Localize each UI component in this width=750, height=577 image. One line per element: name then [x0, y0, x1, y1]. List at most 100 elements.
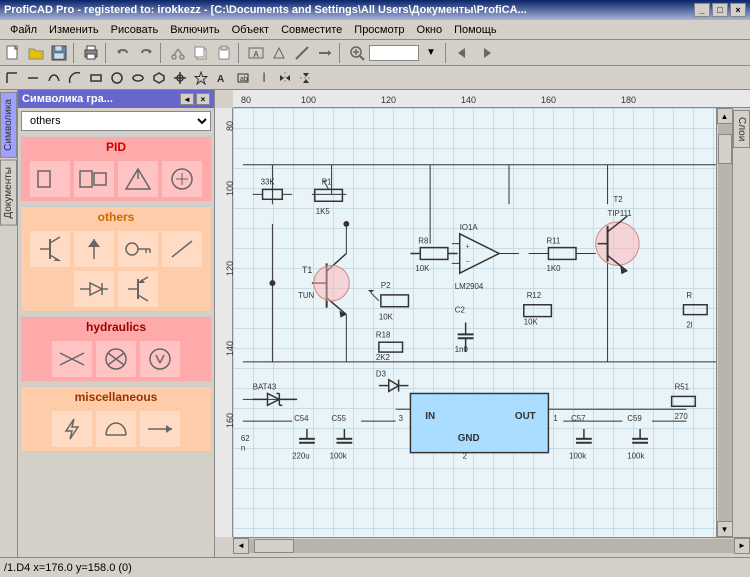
scroll-track-v[interactable]: [718, 124, 732, 521]
insert-symbol-4[interactable]: [314, 42, 336, 64]
symbol-hydraulics-1[interactable]: [52, 341, 92, 377]
scroll-right-button[interactable]: ►: [734, 538, 750, 554]
category-dropdown[interactable]: others PID hydraulics miscellaneous: [21, 111, 211, 131]
symbol-misc-dome[interactable]: [96, 411, 136, 447]
svg-text:GND: GND: [458, 433, 480, 444]
open-button[interactable]: [25, 42, 47, 64]
ruler-left: 80 100 120 140 160: [215, 108, 233, 537]
tool-star[interactable]: [191, 68, 211, 88]
tool-select[interactable]: [2, 68, 22, 88]
cut-button[interactable]: [167, 42, 189, 64]
close-button[interactable]: ×: [730, 3, 746, 17]
scroll-up-button[interactable]: ▲: [717, 108, 733, 124]
new-button[interactable]: [2, 42, 24, 64]
menu-window[interactable]: Окно: [411, 22, 449, 38]
svg-text:R51: R51: [675, 383, 689, 392]
svg-text:1: 1: [553, 414, 557, 423]
symbol-misc-arrow[interactable]: [140, 411, 180, 447]
insert-symbol-1[interactable]: A: [245, 42, 267, 64]
tool-circle[interactable]: [107, 68, 127, 88]
nav-button-2[interactable]: [475, 42, 497, 64]
symbol-pid-3[interactable]: [118, 161, 158, 197]
drawing-canvas[interactable]: T1 TUN R8 10K + − IO1A LM2904: [233, 108, 716, 537]
symbol-misc-lightning[interactable]: [52, 411, 92, 447]
menu-combine[interactable]: Совместите: [275, 22, 348, 38]
tool-ellipse[interactable]: [128, 68, 148, 88]
menu-help[interactable]: Помощь: [448, 22, 503, 38]
menu-edit[interactable]: Изменить: [43, 22, 105, 38]
paste-button[interactable]: [213, 42, 235, 64]
panel-close-button[interactable]: ×: [196, 93, 210, 105]
symbol-others-key[interactable]: [118, 231, 158, 267]
symbol-pid-2[interactable]: [74, 161, 114, 197]
horizontal-scrollbar[interactable]: ◄ ►: [233, 537, 750, 553]
scroll-thumb-h[interactable]: [254, 539, 294, 553]
panel-dock-button[interactable]: ◄: [180, 93, 194, 105]
symbol-others-arrow-up[interactable]: [74, 231, 114, 267]
menu-view[interactable]: Просмотр: [348, 22, 410, 38]
menu-object[interactable]: Объект: [226, 22, 275, 38]
symbol-pid-4[interactable]: [162, 161, 202, 197]
svg-text:C59: C59: [627, 414, 641, 423]
category-misc-header[interactable]: miscellaneous: [21, 387, 211, 407]
menu-include[interactable]: Включить: [164, 22, 225, 38]
symbol-others-diode[interactable]: [74, 271, 114, 307]
insert-symbol-3[interactable]: [291, 42, 313, 64]
scroll-thumb-v[interactable]: [718, 134, 732, 164]
zoom-input[interactable]: 75%: [369, 45, 419, 61]
print-button[interactable]: [80, 42, 102, 64]
redo-button[interactable]: [135, 42, 157, 64]
tab-layers[interactable]: Слои: [733, 110, 750, 148]
tool-text2[interactable]: ab: [233, 68, 253, 88]
symbol-hydraulics-3[interactable]: [140, 341, 180, 377]
tool-text[interactable]: A: [212, 68, 232, 88]
copy-button[interactable]: [190, 42, 212, 64]
tool-curve[interactable]: [44, 68, 64, 88]
tool-arc[interactable]: [65, 68, 85, 88]
tool-polygon[interactable]: [149, 68, 169, 88]
tool-cross[interactable]: [170, 68, 190, 88]
tool-mirror-v[interactable]: [296, 68, 316, 88]
ruler-mark-160: 160: [541, 95, 556, 105]
tool-line[interactable]: [23, 68, 43, 88]
undo-button[interactable]: [112, 42, 134, 64]
main-content: Символика Документы Символика гра... ◄ ×…: [0, 90, 750, 557]
toolbar: A 75% ▼: [0, 40, 750, 66]
symbol-others-slash[interactable]: [162, 231, 202, 267]
svg-text:R18: R18: [376, 330, 391, 339]
category-pid-items: [21, 157, 211, 201]
svg-text:C54: C54: [294, 414, 309, 423]
separator-5: [339, 43, 343, 63]
maximize-button[interactable]: □: [712, 3, 728, 17]
symbol-others-transistor[interactable]: [30, 231, 70, 267]
menu-file[interactable]: Файл: [4, 22, 43, 38]
tab-symbology[interactable]: Символика: [0, 92, 17, 158]
symbol-others-transistor2[interactable]: [118, 271, 158, 307]
scroll-down-button[interactable]: ▼: [717, 521, 733, 537]
scroll-left-button[interactable]: ◄: [233, 538, 249, 554]
minimize-button[interactable]: _: [694, 3, 710, 17]
svg-text:220u: 220u: [292, 452, 310, 461]
canvas-area: 80 100 120 140 160 180 80 100 120 140 16…: [215, 90, 750, 557]
symbol-pid-1[interactable]: [30, 161, 70, 197]
category-others-header[interactable]: others: [21, 207, 211, 227]
zoom-dropdown[interactable]: ▼: [420, 42, 442, 64]
tools-bar: A ab |: [0, 66, 750, 90]
nav-button-1[interactable]: [452, 42, 474, 64]
save-button[interactable]: [48, 42, 70, 64]
scroll-track-h[interactable]: [249, 539, 734, 553]
separator-3: [160, 43, 164, 63]
zoom-in-button[interactable]: [346, 42, 368, 64]
category-hydraulics-header[interactable]: hydraulics: [21, 317, 211, 337]
tab-documents[interactable]: Документы: [0, 160, 17, 226]
vertical-scrollbar[interactable]: ▲ ▼: [716, 108, 732, 537]
panel-title: Символика гра...: [22, 93, 113, 105]
bottom-area: ◄ ►: [215, 537, 750, 557]
tool-rect[interactable]: [86, 68, 106, 88]
menu-draw[interactable]: Рисовать: [105, 22, 165, 38]
tool-mirror-h[interactable]: [275, 68, 295, 88]
category-pid-header[interactable]: PID: [21, 137, 211, 157]
right-panel: Слои: [732, 108, 750, 537]
symbol-hydraulics-2[interactable]: [96, 341, 136, 377]
insert-symbol-2[interactable]: [268, 42, 290, 64]
